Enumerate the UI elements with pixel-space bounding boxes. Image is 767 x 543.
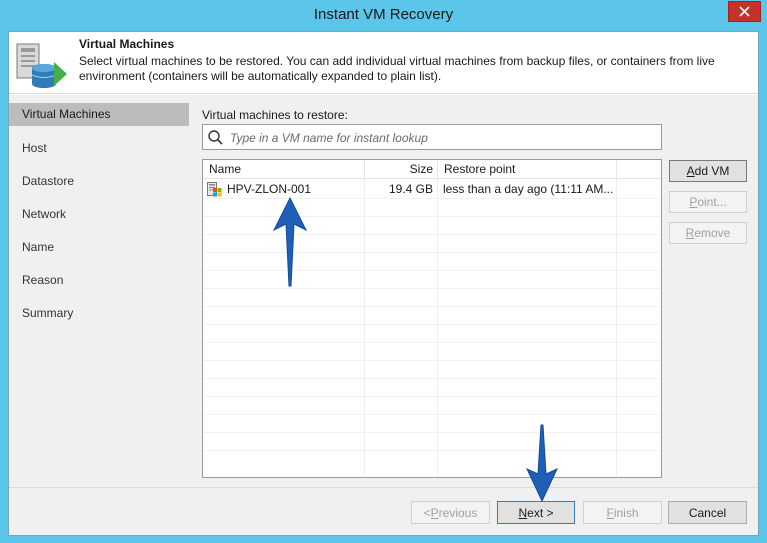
grid-row-line (203, 306, 661, 307)
grid-row-line (203, 342, 661, 343)
grid-row-line (203, 432, 661, 433)
virtual-machine-icon (207, 182, 222, 197)
header-title: Virtual Machines (79, 37, 175, 51)
grid-row-line (203, 450, 661, 451)
grid-row-line (203, 288, 661, 289)
column-header-restore-point[interactable]: Restore point (438, 160, 617, 179)
instant-vm-recovery-window: Instant VM Recovery Virtual Machines Sel… (0, 0, 767, 543)
vm-restore-icon (16, 43, 67, 88)
header-description: Select virtual machines to be restored. … (79, 54, 715, 83)
cancel-button[interactable]: Cancel (668, 501, 747, 524)
grid-row-line (203, 396, 661, 397)
search-box[interactable] (202, 124, 662, 150)
annotation-arrow-down-icon (525, 424, 559, 503)
search-input[interactable] (230, 129, 655, 146)
search-icon (208, 130, 223, 145)
step-datastore[interactable]: Datastore (9, 169, 189, 202)
grid-row-line (203, 378, 661, 379)
column-header-name[interactable]: Name (203, 160, 365, 179)
section-label: Virtual machines to restore: (202, 108, 348, 122)
close-icon (739, 6, 750, 17)
window-title: Instant VM Recovery (313, 6, 454, 23)
step-name[interactable]: Name (9, 235, 189, 268)
vm-list-header: Name Size Restore point (203, 160, 661, 179)
step-network[interactable]: Network (9, 202, 189, 235)
step-summary[interactable]: Summary (9, 301, 189, 334)
vm-list[interactable]: Name Size Restore point HPV-ZLON-001 19.… (202, 159, 662, 478)
annotation-arrow-up-icon (272, 196, 308, 287)
next-button[interactable]: Next > (497, 501, 575, 524)
title-bar[interactable]: Instant VM Recovery (0, 0, 767, 31)
finish-button[interactable]: Finish (583, 501, 662, 524)
wizard-steps-sidebar: Virtual Machines Host Datastore Network … (9, 103, 189, 334)
close-button[interactable] (728, 1, 761, 22)
wizard-body: Virtual Machines Host Datastore Network … (9, 95, 758, 487)
wizard-client-area: Virtual Machines Select virtual machines… (8, 31, 759, 536)
wizard-footer: < Previous Next > Finish Cancel (9, 487, 758, 535)
add-vm-button[interactable]: Add VM (669, 160, 747, 182)
step-virtual-machines[interactable]: Virtual Machines (9, 103, 189, 126)
wizard-header: Virtual Machines Select virtual machines… (9, 32, 758, 94)
vm-restore-point-cell: less than a day ago (11:11 AM... (443, 182, 614, 196)
column-header-size[interactable]: Size (365, 160, 438, 179)
previous-button[interactable]: < Previous (411, 501, 490, 524)
step-reason[interactable]: Reason (9, 268, 189, 301)
step-host[interactable]: Host (9, 136, 189, 169)
remove-button[interactable]: Remove (669, 222, 747, 244)
vm-size-cell: 19.4 GB (388, 182, 433, 196)
point-button[interactable]: Point... (669, 191, 747, 213)
grid-row-line (203, 414, 661, 415)
main-content: Virtual machines to restore: Name Size R… (202, 95, 758, 487)
grid-row-line (203, 324, 661, 325)
grid-row-line (203, 360, 661, 361)
